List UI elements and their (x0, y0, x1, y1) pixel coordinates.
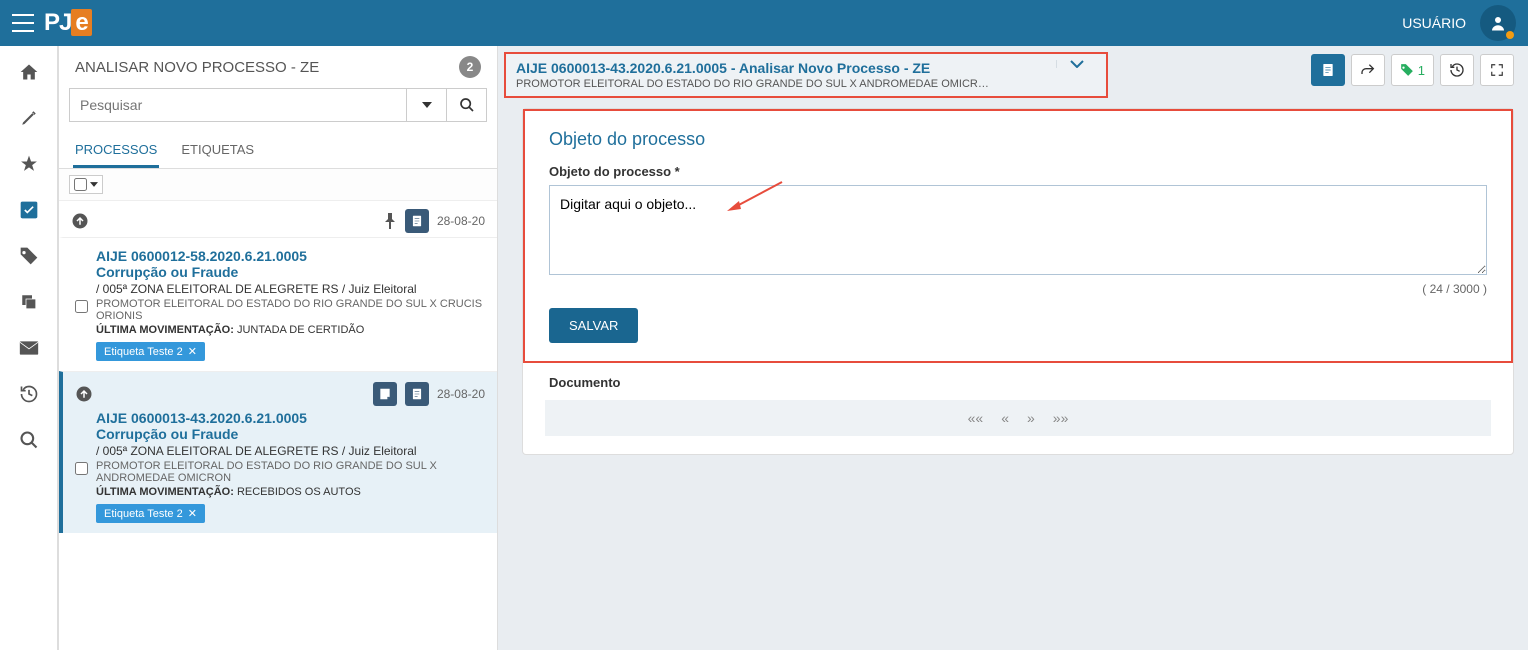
chevron-down-icon[interactable] (1056, 60, 1096, 68)
upload-icon[interactable] (71, 212, 89, 230)
search-icon[interactable] (17, 428, 41, 452)
sidebar-nav (0, 46, 58, 650)
documento-title: Documento (545, 375, 1491, 400)
pager-first[interactable]: «« (968, 410, 984, 426)
search-input[interactable] (69, 88, 407, 122)
case-mov-value: JUNTADA DE CERTIDÃO (237, 324, 364, 336)
process-count-badge: 2 (459, 56, 481, 78)
process-title[interactable]: AIJE 0600013-43.2020.6.21.0005 - Analisa… (516, 60, 1056, 76)
case-subject: Corrupção ou Fraude (96, 426, 485, 442)
case-parties: PROMOTOR ELEITORAL DO ESTADO DO RIO GRAN… (96, 298, 485, 322)
case-mov-label: ÚLTIMA MOVIMENTAÇÃO: (96, 324, 234, 336)
user-avatar[interactable] (1480, 5, 1516, 41)
case-subject: Corrupção ou Fraude (96, 264, 485, 280)
share-button[interactable] (1351, 54, 1385, 86)
documento-pager: «« « » »» (545, 400, 1491, 436)
case-date: 28-08-20 (437, 387, 485, 401)
search-button[interactable] (447, 88, 487, 122)
note-icon[interactable] (373, 382, 397, 406)
panel-title: ANALISAR NOVO PROCESSO - ZE (75, 59, 459, 76)
app-logo: PJe (44, 9, 92, 37)
process-subtitle: PROMOTOR ELEITORAL DO ESTADO DO RIO GRAN… (516, 78, 1056, 90)
home-icon[interactable] (17, 60, 41, 84)
tab-etiquetas[interactable]: ETIQUETAS (179, 134, 256, 168)
top-bar: PJe USUÁRIO (0, 0, 1528, 46)
check-square-icon[interactable] (17, 198, 41, 222)
case-etiqueta[interactable]: Etiqueta Teste 2✕ (96, 342, 205, 361)
expand-button[interactable] (1480, 54, 1514, 86)
case-item[interactable]: 28-08-20 AIJE 0600012-58.2020.6.21.0005 … (59, 201, 497, 371)
tags-icon[interactable] (17, 244, 41, 268)
case-mov-label: ÚLTIMA MOVIMENTAÇÃO: (96, 486, 234, 498)
history-button[interactable] (1440, 54, 1474, 86)
save-button[interactable]: SALVAR (549, 308, 638, 343)
star-icon[interactable] (17, 152, 41, 176)
case-date: 28-08-20 (437, 214, 485, 228)
objeto-section: Objeto do processo Objeto do processo * … (527, 113, 1509, 359)
objeto-section-title: Objeto do processo (549, 129, 1487, 150)
pager-last[interactable]: »» (1053, 410, 1069, 426)
case-number[interactable]: AIJE 0600012-58.2020.6.21.0005 (96, 248, 485, 264)
case-checkbox[interactable] (75, 414, 88, 523)
objeto-textarea[interactable] (549, 185, 1487, 275)
process-actions: 1 (1108, 46, 1522, 86)
case-parties: PROMOTOR ELEITORAL DO ESTADO DO RIO GRAN… (96, 460, 485, 484)
pager-next[interactable]: » (1027, 410, 1035, 426)
pencil-icon[interactable] (17, 106, 41, 130)
process-header: AIJE 0600013-43.2020.6.21.0005 - Analisa… (504, 52, 1108, 98)
tab-processos[interactable]: PROCESSOS (73, 134, 159, 168)
document-icon[interactable] (405, 382, 429, 406)
main-content: AIJE 0600013-43.2020.6.21.0005 - Analisa… (498, 46, 1528, 650)
case-etiqueta[interactable]: Etiqueta Teste 2✕ (96, 504, 205, 523)
select-all-checkbox[interactable] (74, 178, 87, 191)
autos-button[interactable] (1311, 54, 1345, 86)
case-checkbox[interactable] (75, 252, 88, 361)
case-zone: / 005ª ZONA ELEITORAL DE ALEGRETE RS / J… (96, 282, 485, 296)
remove-tag-icon: ✕ (188, 507, 197, 520)
process-list-panel: ANALISAR NOVO PROCESSO - ZE 2 PROCESSOS … (58, 46, 498, 650)
case-zone: / 005ª ZONA ELEITORAL DE ALEGRETE RS / J… (96, 444, 485, 458)
document-icon[interactable] (405, 209, 429, 233)
search-dropdown-button[interactable] (407, 88, 447, 122)
envelope-icon[interactable] (17, 336, 41, 360)
pin-icon[interactable] (383, 213, 397, 229)
user-label: USUÁRIO (1402, 15, 1466, 31)
menu-toggle-icon[interactable] (12, 14, 34, 32)
objeto-field-label: Objeto do processo * (549, 164, 1487, 179)
case-mov-value: RECEBIDOS OS AUTOS (237, 486, 361, 498)
history-icon[interactable] (17, 382, 41, 406)
remove-tag-icon: ✕ (188, 345, 197, 358)
case-number[interactable]: AIJE 0600013-43.2020.6.21.0005 (96, 410, 485, 426)
copy-icon[interactable] (17, 290, 41, 314)
char-count: ( 24 / 3000 ) (549, 282, 1487, 296)
pager-prev[interactable]: « (1001, 410, 1009, 426)
case-item[interactable]: 28-08-20 AIJE 0600013-43.2020.6.21.0005 … (59, 371, 497, 533)
upload-icon[interactable] (75, 385, 93, 403)
tag-count-button[interactable]: 1 (1391, 54, 1434, 86)
select-all-dropdown[interactable] (69, 175, 103, 194)
